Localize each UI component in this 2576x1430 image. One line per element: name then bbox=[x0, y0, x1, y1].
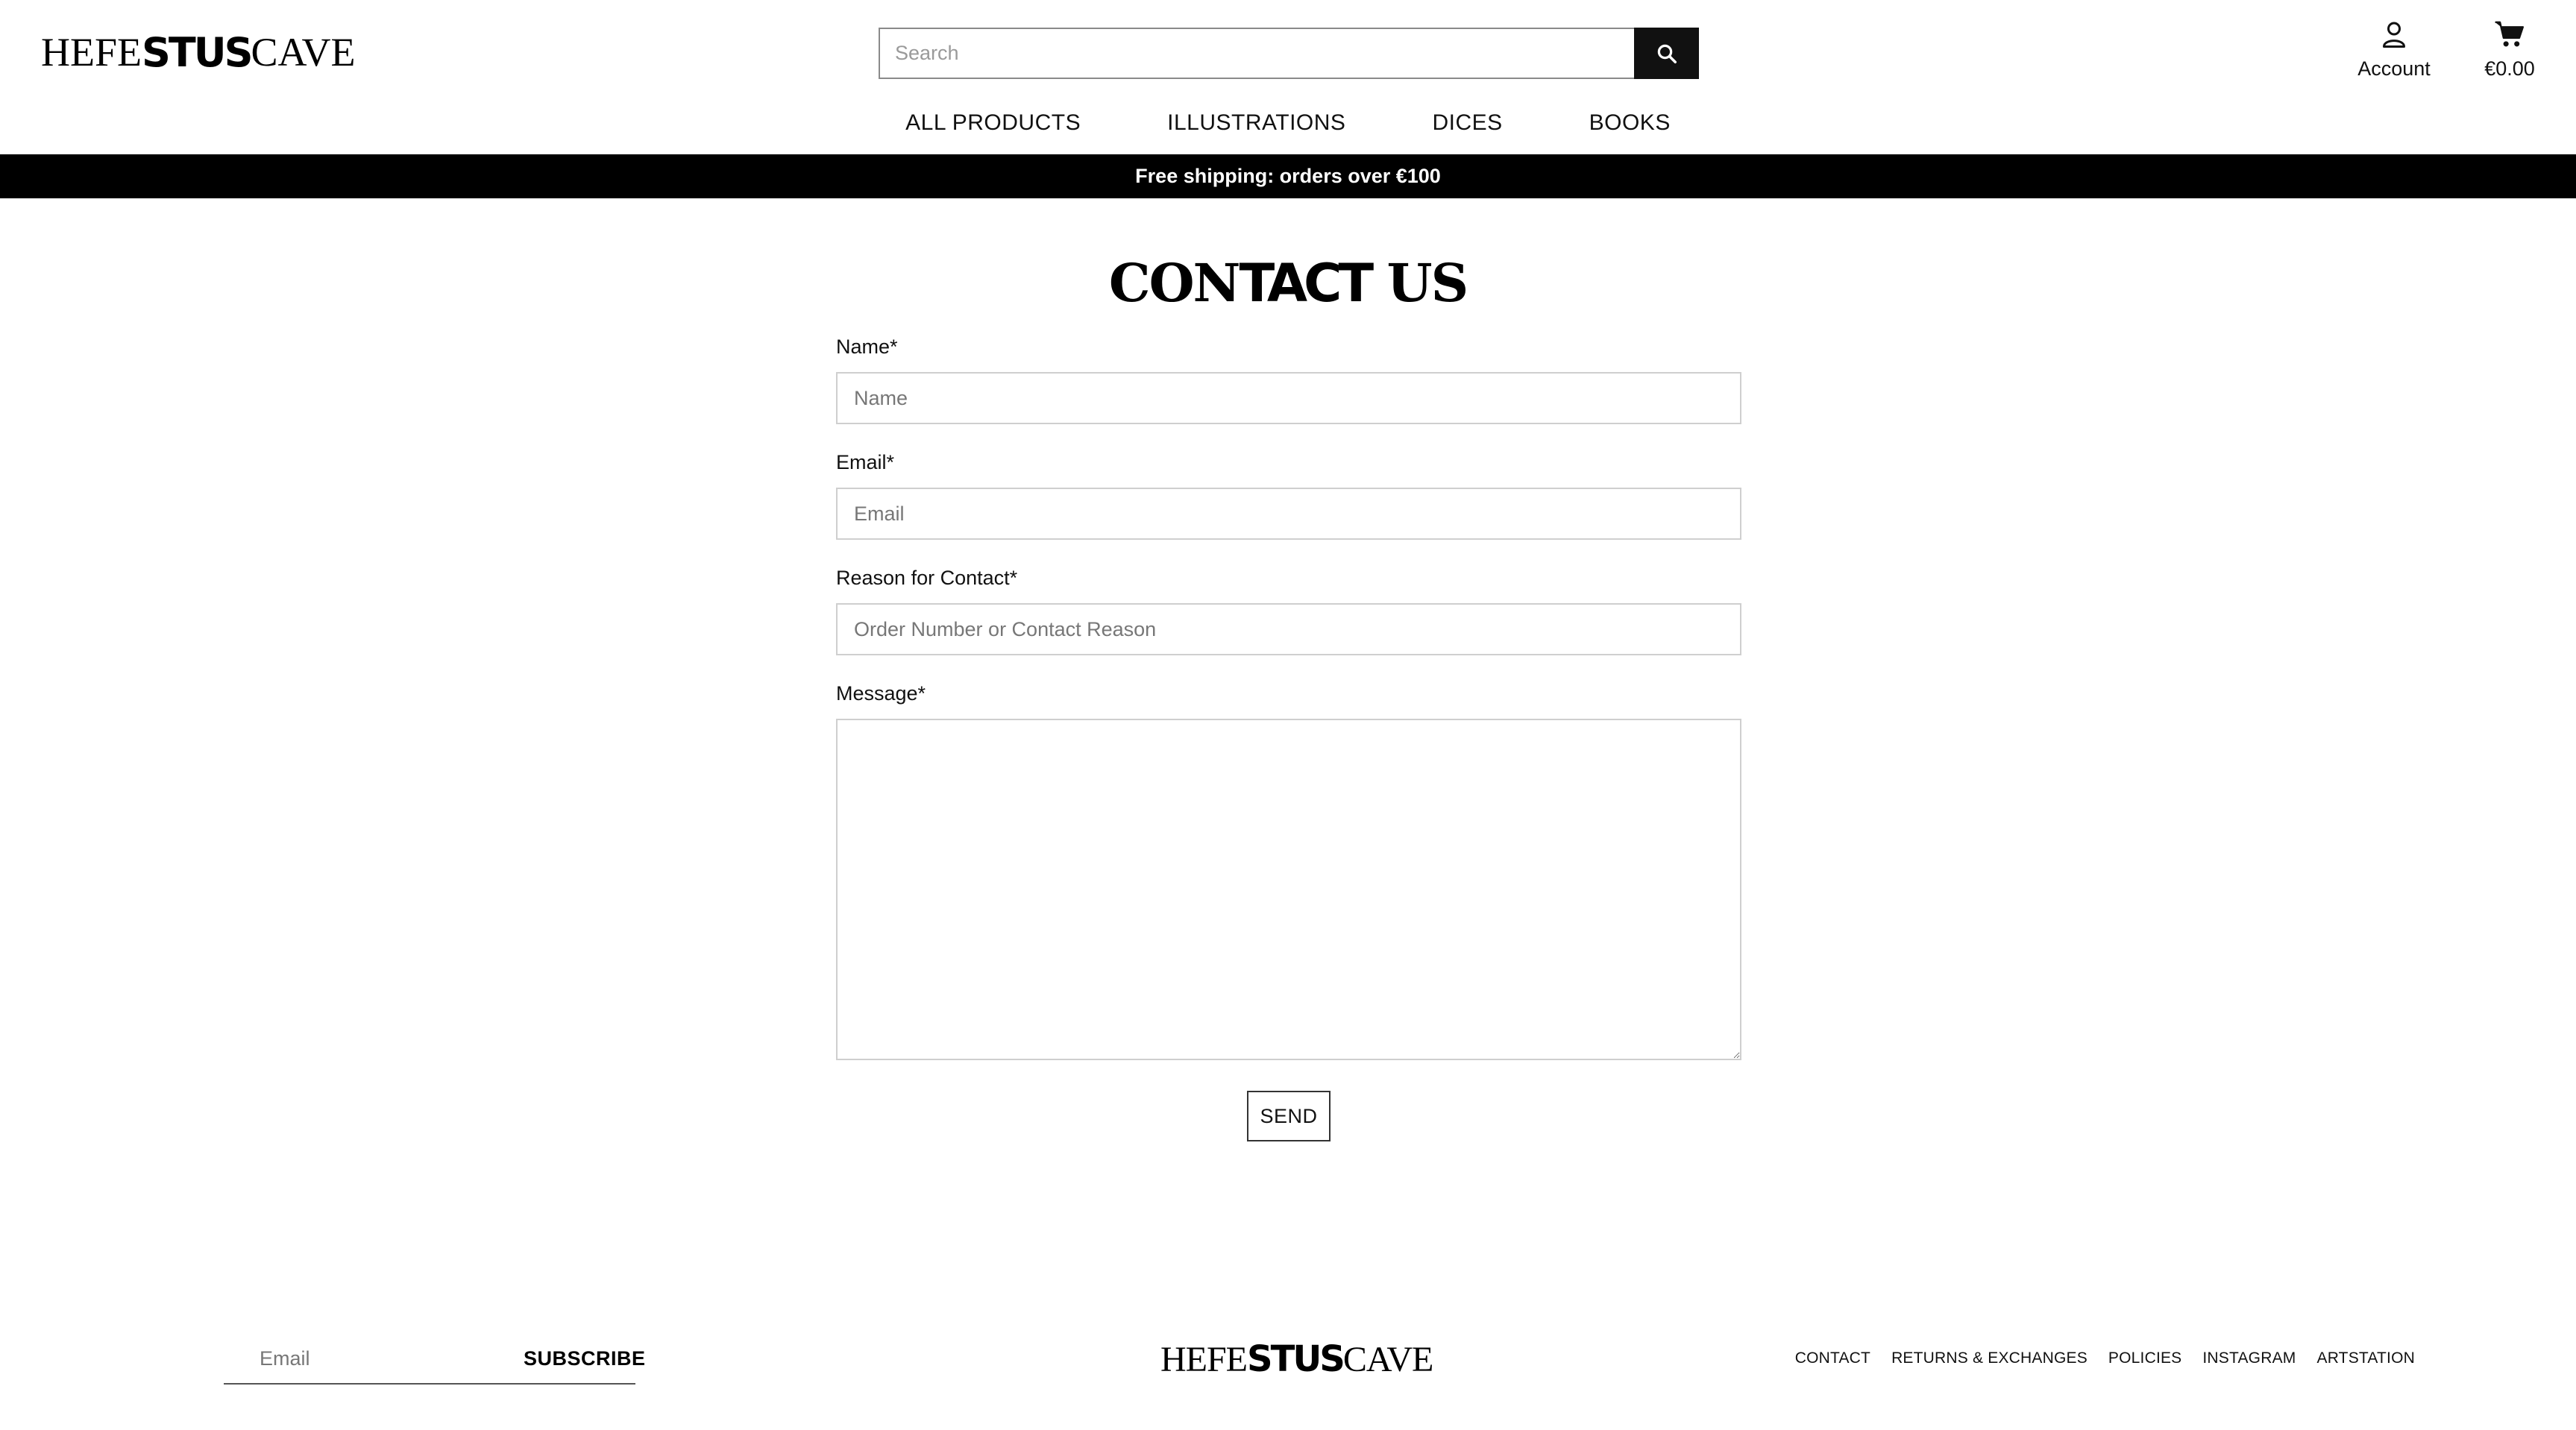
footer-link-policies[interactable]: POLICIES bbox=[2108, 1349, 2181, 1367]
logo-text-part2: STUS bbox=[142, 28, 253, 76]
message-field[interactable] bbox=[836, 719, 1741, 1060]
message-label: Message* bbox=[836, 682, 926, 705]
search-icon bbox=[1657, 44, 1677, 63]
footer-link-returns[interactable]: RETURNS & EXCHANGES bbox=[1891, 1349, 2087, 1367]
page-title-part1: CON bbox=[1108, 252, 1241, 314]
reason-field[interactable] bbox=[836, 603, 1741, 655]
main-nav: ALL PRODUCTS ILLUSTRATIONS DICES BOOKS bbox=[0, 110, 2576, 136]
nav-item-all-products[interactable]: ALL PRODUCTS bbox=[905, 110, 1081, 136]
name-label: Name* bbox=[836, 336, 898, 358]
page-title: CONTACT US bbox=[0, 252, 2576, 314]
account-label: Account bbox=[2357, 57, 2431, 80]
cart-link[interactable]: €0.00 bbox=[2469, 19, 2551, 81]
cart-total: €0.00 bbox=[2484, 57, 2535, 80]
search-button[interactable] bbox=[1634, 28, 1699, 79]
footer-link-contact[interactable]: CONTACT bbox=[1795, 1349, 1870, 1367]
footer-logo[interactable]: HEFE STUS CAVE bbox=[1160, 1338, 1433, 1380]
account-link[interactable]: Account bbox=[2349, 19, 2439, 81]
name-field[interactable] bbox=[836, 372, 1741, 424]
reason-group: Reason for Contact* bbox=[836, 567, 1741, 655]
footer-logo-part3: CAVE bbox=[1342, 1339, 1433, 1379]
footer-link-artstation[interactable]: ARTSTATION bbox=[2316, 1349, 2415, 1367]
footer-links: CONTACT RETURNS & EXCHANGES POLICIES INS… bbox=[1795, 1349, 2415, 1367]
message-group: Message* bbox=[836, 682, 1741, 1064]
logo-text-part3: CAVE bbox=[251, 30, 356, 75]
email-label: Email* bbox=[836, 451, 895, 473]
cart-icon bbox=[2495, 21, 2524, 47]
subscribe-button[interactable]: SUBSCRIBE bbox=[524, 1347, 646, 1370]
shipping-banner: Free shipping: orders over €100 bbox=[0, 154, 2576, 198]
nav-item-dices[interactable]: DICES bbox=[1432, 110, 1502, 136]
logo-text-part1: HEFE bbox=[41, 30, 142, 75]
newsletter-form: SUBSCRIBE bbox=[224, 1334, 645, 1385]
page-title-part2: TACT bbox=[1239, 253, 1375, 314]
shipping-banner-text: Free shipping: orders over €100 bbox=[1135, 165, 1441, 187]
newsletter-email-field[interactable] bbox=[224, 1346, 524, 1370]
search-input[interactable] bbox=[879, 28, 1634, 79]
email-field[interactable] bbox=[836, 488, 1741, 540]
email-group: Email* bbox=[836, 451, 1741, 540]
footer-link-instagram[interactable]: INSTAGRAM bbox=[2202, 1349, 2296, 1367]
nav-item-books[interactable]: BOOKS bbox=[1589, 110, 1671, 136]
nav-item-illustrations[interactable]: ILLUSTRATIONS bbox=[1167, 110, 1345, 136]
search-bar bbox=[879, 28, 1699, 79]
page-title-part3: US bbox=[1370, 252, 1469, 314]
user-icon bbox=[2383, 22, 2405, 48]
send-button[interactable]: SEND bbox=[1247, 1091, 1331, 1141]
name-group: Name* bbox=[836, 336, 1741, 424]
contact-form: Name* Email* Reason for Contact* Message… bbox=[836, 336, 1741, 1091]
site-logo[interactable]: HEFE STUS CAVE bbox=[41, 28, 356, 76]
footer-logo-part2: STUS bbox=[1247, 1338, 1345, 1380]
reason-label: Reason for Contact* bbox=[836, 567, 1018, 589]
footer-logo-part1: HEFE bbox=[1160, 1339, 1248, 1379]
